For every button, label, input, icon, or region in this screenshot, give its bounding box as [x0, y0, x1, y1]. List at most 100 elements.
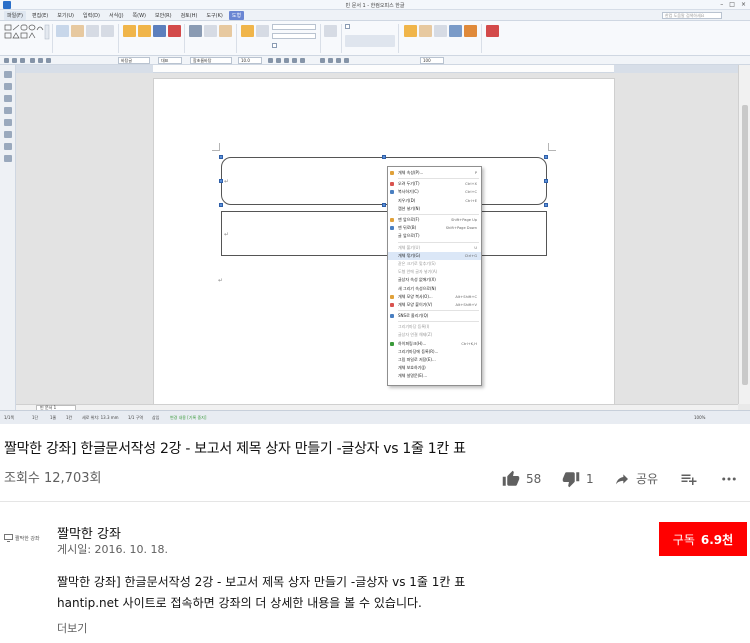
menu-item-icon: [390, 302, 394, 307]
view-count: 조회수 12,703회: [4, 471, 102, 486]
save-to-playlist-button[interactable]: [680, 470, 698, 488]
context-menu-label: 그리기마당 등록(I): [398, 324, 430, 330]
group-object-icon: [404, 25, 417, 37]
menu-item: 검토(H): [180, 12, 198, 19]
context-menu-item: SNS로 올리기(Q): [388, 312, 481, 320]
lock-ratio-checkbox: [272, 43, 277, 48]
context-menu-label: 맨 앞으로(F): [398, 217, 420, 223]
context-menu-label: 그리기마당에 등록(R)...: [398, 348, 439, 354]
italic-icon: [276, 58, 281, 63]
context-menu-item: 개체 모양 붙이기(V) Alt+Shift+V: [388, 301, 481, 309]
like-count: 58: [526, 472, 542, 486]
strike-icon: [292, 58, 297, 63]
close-icon: ×: [740, 1, 746, 8]
video-title: 짤막한 강좌] 한글문서작성 2강 - 보고서 제목 상자 만들기 -글상자 v…: [4, 441, 466, 457]
share-label: 공유: [636, 472, 659, 486]
subscribe-button[interactable]: 구독 6.9천: [659, 522, 747, 556]
panel-icon: [4, 155, 12, 162]
group-icon: [101, 25, 114, 37]
effect-icon: [219, 25, 232, 37]
context-menu-item: 개체 모양 복사(O)... Alt+Shift+C: [388, 293, 481, 301]
channel-avatar[interactable]: 짤막한 강좌: [4, 531, 46, 545]
paragraph-mark: ↵: [224, 231, 230, 238]
vertical-scrollbar: [738, 65, 750, 404]
zoom-select: 100: [420, 57, 444, 64]
status-page: 1/1쪽: [4, 415, 15, 420]
menu-item-icon: [390, 226, 394, 231]
context-menu-item: 맨 뒤로(B) Shift+Page Down: [388, 224, 481, 232]
show-more-link[interactable]: 더보기: [57, 620, 87, 636]
context-menu-item: 같은 크기로 맞추기(S): [388, 260, 481, 268]
selection-handle: [544, 203, 548, 207]
height-input: [272, 33, 316, 39]
shadow-icon: [204, 25, 217, 37]
bring-front-icon: [419, 25, 432, 37]
menu-item: 입력(D): [83, 12, 100, 19]
context-menu-item: 그리기마당에 등록(R)...: [388, 348, 481, 356]
menu-separator: [398, 321, 479, 323]
window-title: 빈 문서 1 - 한컴오피스 한글: [345, 3, 405, 9]
avatar-text: 짤막한 강좌: [15, 535, 40, 542]
menu-item: 쪽(W): [132, 12, 146, 19]
thumbs-up-icon: [502, 470, 520, 486]
menu-item-icon: [390, 294, 394, 299]
like-button[interactable]: 58: [502, 470, 541, 488]
context-menu-item: 개체 보호하기(J): [388, 364, 481, 372]
context-menu-label: 개체 설명문(E)...: [398, 373, 428, 379]
context-menu-item: 글 앞으로(T): [388, 232, 481, 240]
context-menu-label: 지우기(D): [398, 197, 416, 203]
context-menu-shortcut: Alt+Shift+V: [455, 302, 477, 307]
context-menu-label: 개체 묶기(G): [398, 252, 421, 258]
selection-handle: [544, 179, 548, 183]
context-menu-label: 글상자 연결 해제(Z): [398, 332, 433, 338]
status-region: 1/1 구역: [128, 415, 144, 420]
paragraph-mark: ↵: [224, 178, 230, 185]
distribute-icon: [449, 25, 462, 37]
channel-name[interactable]: 짤막한 강좌: [57, 523, 121, 542]
share-button[interactable]: 공유: [614, 470, 658, 487]
subscriber-count: 6.9천: [700, 532, 734, 547]
text-wrap-checkbox: [345, 24, 350, 29]
selection-handle: [382, 203, 386, 207]
dislike-button[interactable]: 1: [562, 470, 594, 488]
ruler-right-margin: [614, 65, 738, 73]
context-menu-item: 글상자 연결 해제(Z): [388, 331, 481, 339]
selection-handle: [219, 179, 223, 183]
fill-color-icon: [153, 25, 166, 37]
status-section: 1단: [32, 415, 39, 420]
context-menu: 개체 속성(P)... P 오려 두기(T) Ctrl+X 복사하기(C) Ctrl+C 지…: [387, 166, 482, 386]
context-menu-label: 개체 속성(P)...: [398, 170, 424, 176]
object-select-icon: [56, 25, 69, 37]
context-menu-item: 오려 두기(T) Ctrl+X: [388, 180, 481, 188]
context-menu-item: 하이퍼링크(H)... Ctrl+K,H: [388, 340, 481, 348]
rounded-text-box: [221, 157, 547, 205]
help-search-field: 한컴 도움말 검색하세요: [662, 12, 722, 19]
line-style-icon: [189, 25, 202, 37]
status-zoom: 100%: [694, 415, 706, 420]
panel-icon: [4, 83, 12, 90]
context-menu-label: 오려 두기(T): [398, 181, 420, 187]
context-menu-item: 그리기마당 등록(I): [388, 323, 481, 331]
context-menu-item: 복사하기(C) Ctrl+C: [388, 188, 481, 196]
underline-icon: [284, 58, 289, 63]
selection-handle: [544, 155, 548, 159]
line-color-icon: [168, 25, 181, 37]
context-menu-item: 그림 파일로 저장(E)...: [388, 356, 481, 364]
menu-items: 파일(F) 편집(E) 보기(U) 입력(D) 서식(J) 쪽(W) 보안(R) 검토(H) 도…: [4, 10, 245, 20]
rotate-flip-icon: [464, 25, 477, 37]
panel-icon: [4, 143, 12, 150]
protect-object-icon: [486, 25, 499, 37]
menu-item-icon: [390, 314, 394, 318]
context-menu-shortcut: Ctrl+C: [465, 190, 477, 195]
selection-handle: [382, 155, 386, 159]
font-select: 함초롬바탕: [190, 57, 232, 64]
video-player-frame[interactable]: 빈 문서 1 - 한컴오피스 한글 – □ × 파일(F) 편집(E) 보기(U) 입…: [0, 0, 750, 424]
panel-icon: [4, 107, 12, 114]
menu-separator: [398, 213, 479, 215]
panel-icon: [4, 95, 12, 102]
panel-icon: [4, 71, 12, 78]
context-menu-shortcut: Ctrl+G: [464, 253, 477, 258]
shape-style-icon: [138, 25, 151, 37]
more-actions-button[interactable]: [720, 470, 738, 488]
justify-icon: [344, 58, 349, 63]
